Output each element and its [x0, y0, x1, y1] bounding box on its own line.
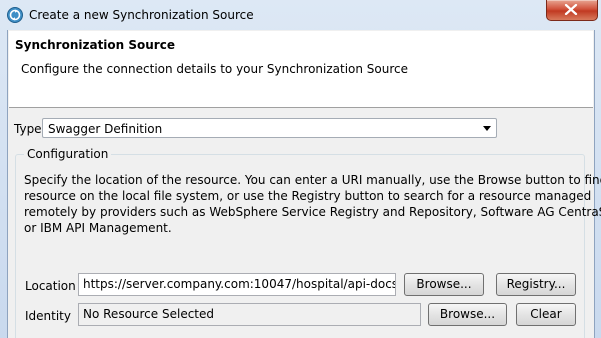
clear-label: Clear: [530, 307, 562, 321]
clear-button[interactable]: Clear: [516, 303, 576, 326]
registry-label: Registry...: [506, 277, 566, 291]
header-banner: Synchronization Source Configure the con…: [9, 31, 593, 108]
identity-field: No Resource Selected: [78, 303, 421, 326]
type-selected-value: Swagger Definition: [48, 122, 163, 136]
close-window-button[interactable]: [546, 0, 598, 21]
description-line: remotely by providers such as WebSphere …: [24, 205, 601, 219]
type-label: Type: [14, 122, 42, 136]
registry-button[interactable]: Registry...: [496, 273, 576, 296]
banner-description: Configure the connection details to your…: [21, 62, 409, 76]
identity-browse-label: Browse...: [439, 307, 496, 321]
dialog-window: Create a new Synchronization Source Sync…: [0, 0, 601, 338]
location-browse-button[interactable]: Browse...: [404, 273, 484, 296]
title-bar[interactable]: Create a new Synchronization Source: [0, 0, 601, 30]
configuration-legend: Configuration: [24, 147, 112, 161]
chevron-down-icon: [483, 126, 491, 131]
location-label: Location: [25, 279, 76, 293]
configuration-group: Configuration Specify the location of th…: [15, 147, 601, 338]
identity-browse-button[interactable]: Browse...: [428, 303, 507, 326]
identity-label: Identity: [25, 309, 71, 323]
description-line: or IBM API Management.: [24, 221, 172, 235]
location-input[interactable]: https://server.company.com:10047/hospita…: [78, 273, 396, 296]
description-line: resource on the local file system, or us…: [24, 189, 592, 203]
window-title: Create a new Synchronization Source: [29, 8, 254, 22]
location-browse-label: Browse...: [416, 277, 472, 291]
configuration-description: Specify the location of the resource. Yo…: [24, 172, 601, 236]
banner-title: Synchronization Source: [15, 38, 175, 52]
dialog-body: Synchronization Source Configure the con…: [7, 30, 601, 338]
sync-app-icon: [7, 7, 23, 23]
type-dropdown[interactable]: Swagger Definition: [42, 118, 497, 138]
description-line: Specify the location of the resource. Yo…: [24, 173, 601, 187]
